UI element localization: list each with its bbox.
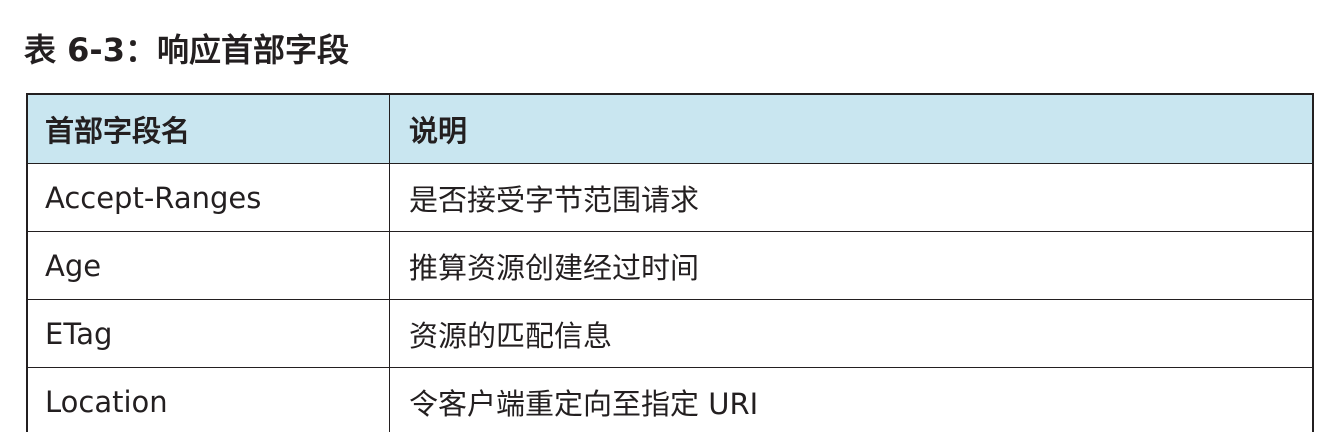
field-name-cell: Accept-Ranges xyxy=(28,164,390,231)
field-name-cell: ETag xyxy=(28,300,390,367)
table-row: Age 推算资源创建经过时间 xyxy=(28,232,1312,300)
description-cell: 推算资源创建经过时间 xyxy=(409,250,700,285)
description-cell: 是否接受字节范围请求 xyxy=(409,182,700,217)
description-cell: 资源的匹配信息 xyxy=(409,318,613,353)
table-caption: 表 6-3：响应首部字段 xyxy=(24,31,349,69)
description-cell: 令客户端重定向至指定 URI xyxy=(409,386,759,421)
column-header-field-name: 首部字段名 xyxy=(28,95,390,163)
field-name-cell: Location xyxy=(28,368,390,432)
table-header-row: 首部字段名 说明 xyxy=(28,95,1312,164)
response-header-fields-table: 首部字段名 说明 Accept-Ranges 是否接受字节范围请求 Age 推算… xyxy=(26,93,1314,432)
field-name-cell: Age xyxy=(28,232,390,299)
column-header-description: 说明 xyxy=(409,114,468,148)
table-row: Location 令客户端重定向至指定 URI xyxy=(28,368,1312,432)
document-page: 表 6-3：响应首部字段 首部字段名 说明 Accept-Ranges 是否接受… xyxy=(0,0,1336,432)
table-row: Accept-Ranges 是否接受字节范围请求 xyxy=(28,164,1312,232)
table-row: ETag 资源的匹配信息 xyxy=(28,300,1312,368)
